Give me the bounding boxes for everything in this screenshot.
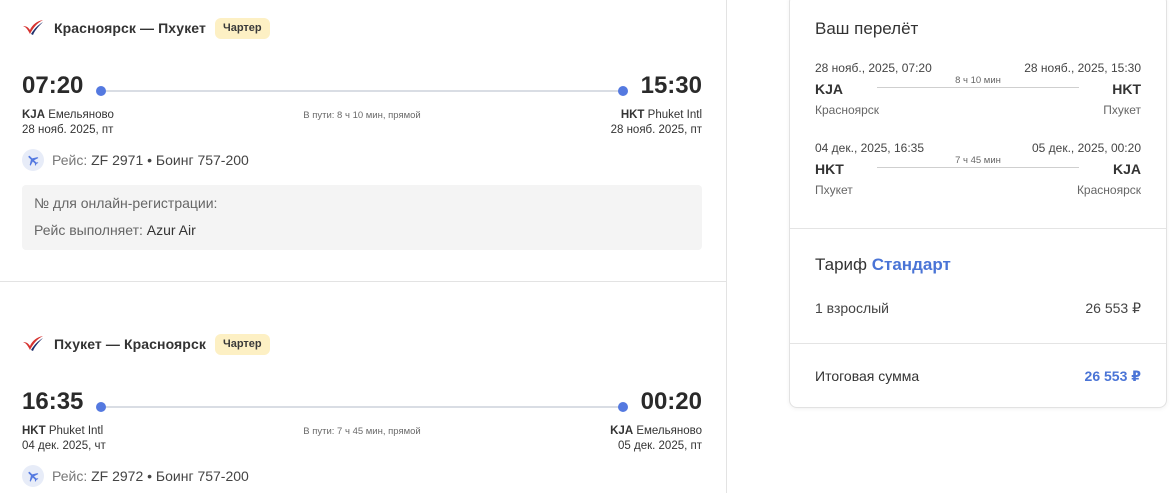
arrival-airport: Емельяново bbox=[636, 425, 702, 437]
segment-codes: HKT 7 ч 45 мин KJA bbox=[815, 155, 1141, 181]
segment-departure-datetime: 04 дек., 2025, 16:35 bbox=[815, 141, 925, 155]
leg-divider bbox=[0, 281, 727, 282]
track-line bbox=[102, 406, 622, 408]
checkin-number-label: № для онлайн-регистрации: bbox=[34, 195, 218, 211]
airplane-icon bbox=[22, 465, 44, 487]
route-title: Красноярск — Пхукет bbox=[54, 20, 206, 36]
airline-wing-logo-icon bbox=[22, 333, 44, 355]
flight-label: Рейс: bbox=[52, 152, 88, 168]
operator-name: Azur Air bbox=[146, 222, 196, 238]
arrival-date: 28 нояб. 2025, пт bbox=[610, 124, 702, 136]
leg-header: Пхукет — Красноярск Чартер bbox=[22, 330, 702, 358]
segment-duration: 8 ч 10 мин bbox=[955, 75, 1001, 86]
segment-departure-datetime: 28 нояб., 2025, 07:20 bbox=[815, 61, 932, 75]
segment-codes: KJA 8 ч 10 мин HKT bbox=[815, 75, 1141, 101]
passenger-price-row: 1 взрослый 26 553 ₽ bbox=[815, 300, 1141, 316]
flight-number-row: Рейс: ZF 2972 • Боинг 757-200 bbox=[22, 464, 702, 488]
tariff-name-link[interactable]: Стандарт bbox=[872, 255, 951, 274]
tariff-label: Тариф bbox=[815, 255, 868, 274]
segment-arrival-datetime: 05 дек., 2025, 00:20 bbox=[1031, 141, 1141, 155]
segment-line bbox=[877, 167, 1079, 168]
arrival-time: 00:20 bbox=[640, 388, 702, 415]
segment-cities: Красноярск Пхукет bbox=[815, 103, 1141, 119]
passenger-label: 1 взрослый bbox=[815, 300, 889, 316]
flight-details-panel: Красноярск — Пхукет Чартер 07:20 15:30 K… bbox=[0, 0, 727, 493]
flight-duration: В пути: 8 ч 10 мин, прямой bbox=[303, 110, 421, 121]
segment-cities: Пхукет Красноярск bbox=[815, 183, 1141, 199]
segment-arrival-city: Пхукет bbox=[1103, 103, 1141, 117]
segment-arrival-city: Красноярск bbox=[1076, 183, 1141, 197]
operator-label: Рейс выполняет: bbox=[34, 222, 143, 238]
card-divider bbox=[790, 228, 1166, 229]
total-row: Итоговая сумма 26 553 ₽ bbox=[815, 368, 1141, 384]
arrival-code: HKT bbox=[620, 109, 645, 121]
arrival-code: KJA bbox=[610, 425, 634, 437]
times-row: 07:20 15:30 bbox=[22, 72, 702, 104]
airline-wing-logo-icon bbox=[22, 17, 44, 39]
departure-time: 07:20 bbox=[22, 72, 84, 99]
summary-segment-return: 04 дек., 2025, 16:35 05 дек., 2025, 00:2… bbox=[815, 141, 1141, 201]
arrival-time: 15:30 bbox=[640, 72, 702, 99]
arrival-endpoint: HKT Phuket Intl 28 нояб. 2025, пт bbox=[611, 108, 702, 138]
charter-badge: Чартер bbox=[214, 17, 270, 39]
charter-badge: Чартер bbox=[214, 333, 270, 355]
route-title: Пхукет — Красноярск bbox=[54, 336, 206, 352]
segment-departure-code: KJA bbox=[815, 81, 844, 97]
segment-departure-code: HKT bbox=[815, 161, 844, 177]
departure-time: 16:35 bbox=[22, 388, 84, 415]
flight-number: ZF 2971 • Боинг 757-200 bbox=[91, 152, 249, 168]
arrival-endpoint: KJA Емельяново 05 дек. 2025, пт bbox=[610, 424, 702, 454]
arrival-airport: Phuket Intl bbox=[647, 109, 702, 121]
flight-duration: В пути: 7 ч 45 мин, прямой bbox=[303, 426, 421, 437]
departure-dot bbox=[96, 86, 106, 96]
checkin-info-box: № для онлайн-регистрации: Рейс выполняет… bbox=[22, 185, 702, 250]
departure-date: 28 нояб. 2025, пт bbox=[22, 124, 114, 136]
flight-number: ZF 2972 • Боинг 757-200 bbox=[91, 468, 249, 484]
segment-duration: 7 ч 45 мин bbox=[955, 155, 1001, 166]
flight-track bbox=[96, 402, 628, 412]
arrival-dot bbox=[618, 402, 628, 412]
total-price: 26 553 ₽ bbox=[1084, 368, 1141, 384]
times-row: 16:35 00:20 bbox=[22, 388, 702, 420]
segment-departure-city: Красноярск bbox=[815, 103, 880, 117]
return-leg: Пхукет — Красноярск Чартер 16:35 00:20 H… bbox=[22, 330, 702, 488]
passenger-price: 26 553 ₽ bbox=[1085, 300, 1141, 316]
summary-segment-outbound: 28 нояб., 2025, 07:20 28 нояб., 2025, 15… bbox=[815, 61, 1141, 121]
segment-arrival-code: HKT bbox=[1112, 81, 1141, 97]
endpoints-row: HKT Phuket Intl 04 дек. 2025, чт В пути:… bbox=[22, 424, 702, 456]
segment-arrival-code: KJA bbox=[1112, 161, 1141, 177]
leg-header: Красноярск — Пхукет Чартер bbox=[22, 14, 702, 42]
departure-dot bbox=[96, 402, 106, 412]
outbound-leg: Красноярск — Пхукет Чартер 07:20 15:30 K… bbox=[22, 14, 702, 250]
flight-track bbox=[96, 86, 628, 96]
card-divider bbox=[790, 343, 1166, 344]
flight-summary-card: Ваш перелёт 28 нояб., 2025, 07:20 28 ноя… bbox=[789, 0, 1167, 408]
endpoints-row: KJA Емельяново 28 нояб. 2025, пт В пути:… bbox=[22, 108, 702, 140]
segment-departure-city: Пхукет bbox=[815, 183, 853, 197]
flight-number-row: Рейс: ZF 2971 • Боинг 757-200 bbox=[22, 148, 702, 172]
tariff-row: Тариф Стандарт bbox=[815, 255, 951, 275]
segment-arrival-datetime: 28 нояб., 2025, 15:30 bbox=[1024, 61, 1141, 75]
arrival-date: 05 дек. 2025, пт bbox=[618, 440, 702, 452]
airplane-icon bbox=[22, 149, 44, 171]
departure-date: 04 дек. 2025, чт bbox=[22, 440, 106, 452]
flight-label: Рейс: bbox=[52, 468, 88, 484]
arrival-dot bbox=[618, 86, 628, 96]
segment-line bbox=[877, 87, 1079, 88]
track-line bbox=[102, 90, 622, 92]
total-label: Итоговая сумма bbox=[815, 368, 920, 384]
summary-title: Ваш перелёт bbox=[815, 19, 919, 38]
